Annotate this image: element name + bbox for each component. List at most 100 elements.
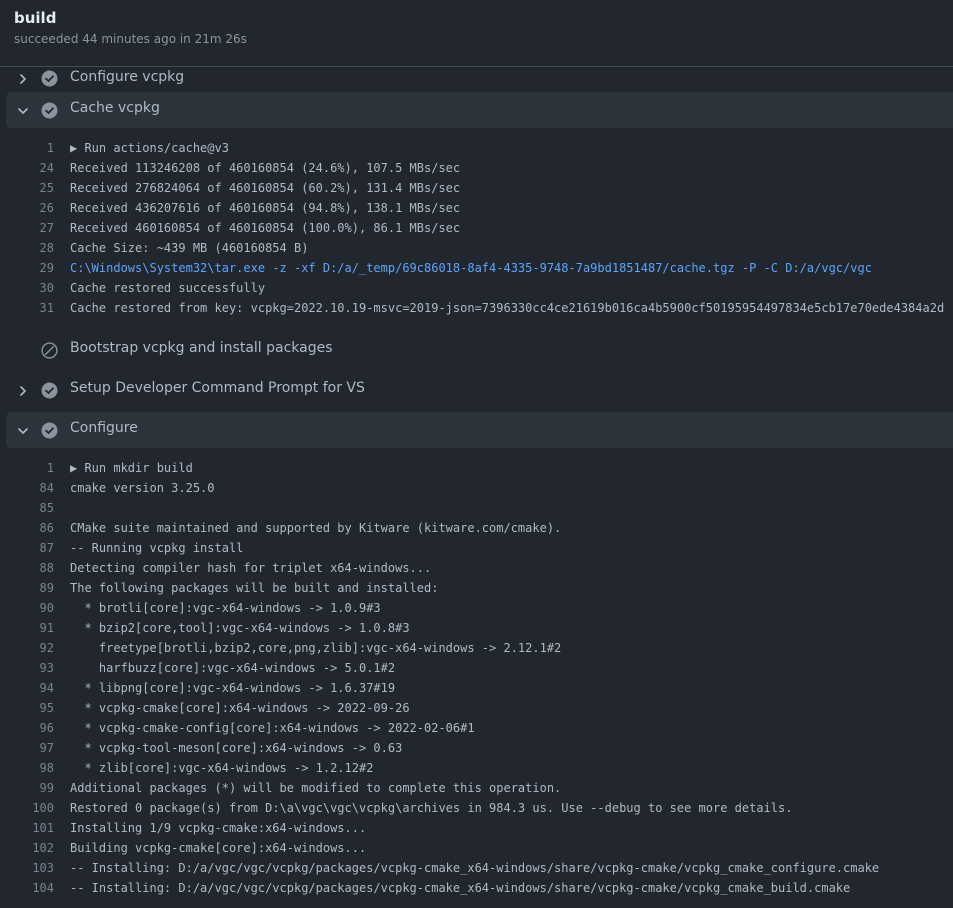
- line-number[interactable]: 95: [0, 698, 54, 718]
- step-setup-developer-command-prompt-for-vs[interactable]: Setup Developer Command Prompt for VS: [6, 372, 953, 408]
- skip-icon: [41, 342, 58, 359]
- line-text: Detecting compiler hash for triplet x64-…: [70, 561, 432, 575]
- log-line: 25 Received 276824064 of 460160854 (60.2%…: [0, 178, 953, 198]
- step-label: Cache vcpkg: [70, 100, 160, 116]
- log-group-line[interactable]: 1 ▶ Run actions/cache@v3: [0, 138, 953, 158]
- log-line: 90 * brotli[core]:vgc-x64-windows -> 1.0…: [0, 598, 953, 618]
- line-number[interactable]: 100: [0, 798, 54, 818]
- line-number[interactable]: 93: [0, 658, 54, 678]
- line-text: CMake suite maintained and supported by …: [70, 521, 562, 535]
- line-number[interactable]: 91: [0, 618, 54, 638]
- line-number[interactable]: 94: [0, 678, 54, 698]
- log-line: 102 Building vcpkg-cmake[core]:x64-window…: [0, 838, 953, 858]
- log-line: 88 Detecting compiler hash for triplet x6…: [0, 558, 953, 578]
- check-circle-icon: [41, 102, 58, 119]
- line-number[interactable]: 25: [0, 178, 54, 198]
- log-line: 104 -- Installing: D:/a/vgc/vgc/vcpkg/pac…: [0, 878, 953, 898]
- log-line: 95 * vcpkg-cmake[core]:x64-windows -> 20…: [0, 698, 953, 718]
- step-configure-vcpkg[interactable]: Configure vcpkg: [6, 68, 953, 88]
- chevron-down-icon: [16, 103, 30, 117]
- line-number[interactable]: 31: [0, 298, 54, 318]
- line-number[interactable]: 90: [0, 598, 54, 618]
- line-number[interactable]: 27: [0, 218, 54, 238]
- line-number[interactable]: 1: [0, 138, 54, 158]
- line-number[interactable]: 101: [0, 818, 54, 838]
- line-text: -- Running vcpkg install: [70, 541, 244, 555]
- log-line: 91 * bzip2[core,tool]:vgc-x64-windows ->…: [0, 618, 953, 638]
- line-text: Received 436207616 of 460160854 (94.8%),…: [70, 201, 461, 215]
- log-line: 94 * libpng[core]:vgc-x64-windows -> 1.6…: [0, 678, 953, 698]
- line-number[interactable]: 89: [0, 578, 54, 598]
- step-cache-vcpkg[interactable]: Cache vcpkg: [6, 92, 953, 128]
- line-text: * vcpkg-tool-meson[core]:x64-windows -> …: [70, 741, 403, 755]
- line-text: The following packages will be built and…: [70, 581, 439, 595]
- step-label: Setup Developer Command Prompt for VS: [70, 380, 365, 396]
- step-label: Configure: [70, 420, 138, 436]
- line-text: Building vcpkg-cmake[core]:x64-windows..…: [70, 841, 367, 855]
- check-circle-icon: [41, 422, 58, 439]
- line-number[interactable]: 92: [0, 638, 54, 658]
- line-number[interactable]: 104: [0, 878, 54, 898]
- step-configure[interactable]: Configure: [6, 412, 953, 448]
- line-text: * libpng[core]:vgc-x64-windows -> 1.6.37…: [70, 681, 396, 695]
- line-number[interactable]: 96: [0, 718, 54, 738]
- log-line: 92 freetype[brotli,bzip2,core,png,zlib]:…: [0, 638, 953, 658]
- log-line: 101 Installing 1/9 vcpkg-cmake:x64-window…: [0, 818, 953, 838]
- line-text: Received 113246208 of 460160854 (24.6%),…: [70, 161, 461, 175]
- line-number[interactable]: 102: [0, 838, 54, 858]
- step-label: Bootstrap vcpkg and install packages: [70, 340, 333, 356]
- step-log: 1 ▶ Run actions/cache@v3 24 Received 113246…: [0, 128, 953, 328]
- line-text: * vcpkg-cmake-config[core]:x64-windows -…: [70, 721, 475, 735]
- line-text: * zlib[core]:vgc-x64-windows -> 1.2.12#2: [70, 761, 374, 775]
- line-number[interactable]: 85: [0, 498, 54, 518]
- job-title: build: [14, 9, 57, 27]
- line-number[interactable]: 88: [0, 558, 54, 578]
- log-line: 27 Received 460160854 of 460160854 (100.0…: [0, 218, 953, 238]
- line-number[interactable]: 103: [0, 858, 54, 878]
- line-text: * vcpkg-cmake[core]:x64-windows -> 2022-…: [70, 701, 410, 715]
- check-circle-icon: [41, 70, 58, 87]
- line-text: Additional packages (*) will be modified…: [70, 781, 562, 795]
- line-number[interactable]: 84: [0, 478, 54, 498]
- line-text: Cache Size: ~439 MB (460160854 B): [70, 241, 309, 255]
- log-line: 89 The following packages will be built a…: [0, 578, 953, 598]
- line-text: * bzip2[core,tool]:vgc-x64-windows -> 1.…: [70, 621, 410, 635]
- line-text: harfbuzz[core]:vgc-x64-windows -> 5.0.1#…: [70, 661, 396, 675]
- line-number[interactable]: 24: [0, 158, 54, 178]
- line-text: ▶ Run actions/cache@v3: [70, 141, 229, 155]
- log-group-line[interactable]: 1 ▶ Run mkdir build: [0, 458, 953, 478]
- step-bootstrap-vcpkg-and-install-packages[interactable]: Bootstrap vcpkg and install packages: [6, 332, 953, 368]
- log-line: 85: [0, 498, 953, 518]
- line-number[interactable]: 98: [0, 758, 54, 778]
- log-line: 84 cmake version 3.25.0: [0, 478, 953, 498]
- line-number[interactable]: 30: [0, 278, 54, 298]
- line-number[interactable]: 97: [0, 738, 54, 758]
- log-line: 100 Restored 0 package(s) from D:\a\vgc\v…: [0, 798, 953, 818]
- line-number[interactable]: 86: [0, 518, 54, 538]
- line-text: * brotli[core]:vgc-x64-windows -> 1.0.9#…: [70, 601, 381, 615]
- line-number[interactable]: 28: [0, 238, 54, 258]
- chevron-right-icon: [16, 383, 30, 397]
- chevron-down-icon: [16, 423, 30, 437]
- log-line: 31 Cache restored from key: vcpkg=2022.10…: [0, 298, 953, 318]
- line-text: -- Installing: D:/a/vgc/vgc/vcpkg/packag…: [70, 881, 851, 895]
- line-text: Cache restored from key: vcpkg=2022.10.1…: [70, 301, 945, 315]
- job-header: build succeeded 44 minutes ago in 21m 26…: [0, 0, 953, 67]
- step-label: Configure vcpkg: [70, 69, 185, 85]
- line-number[interactable]: 29: [0, 258, 54, 278]
- line-number[interactable]: 1: [0, 458, 54, 478]
- line-number[interactable]: 99: [0, 778, 54, 798]
- log-line: 28 Cache Size: ~439 MB (460160854 B): [0, 238, 953, 258]
- log-line: 26 Received 436207616 of 460160854 (94.8%…: [0, 198, 953, 218]
- line-text: Cache restored successfully: [70, 281, 266, 295]
- log-line: 96 * vcpkg-cmake-config[core]:x64-window…: [0, 718, 953, 738]
- job-status-summary: succeeded 44 minutes ago in 21m 26s: [14, 32, 247, 46]
- line-text: Restored 0 package(s) from D:\a\vgc\vgc\…: [70, 801, 793, 815]
- log-line: 87 -- Running vcpkg install: [0, 538, 953, 558]
- log-line: 98 * zlib[core]:vgc-x64-windows -> 1.2.1…: [0, 758, 953, 778]
- line-text: -- Installing: D:/a/vgc/vgc/vcpkg/packag…: [70, 861, 880, 875]
- log-line: 30 Cache restored successfully: [0, 278, 953, 298]
- line-number[interactable]: 26: [0, 198, 54, 218]
- line-text: Installing 1/9 vcpkg-cmake:x64-windows..…: [70, 821, 367, 835]
- line-number[interactable]: 87: [0, 538, 54, 558]
